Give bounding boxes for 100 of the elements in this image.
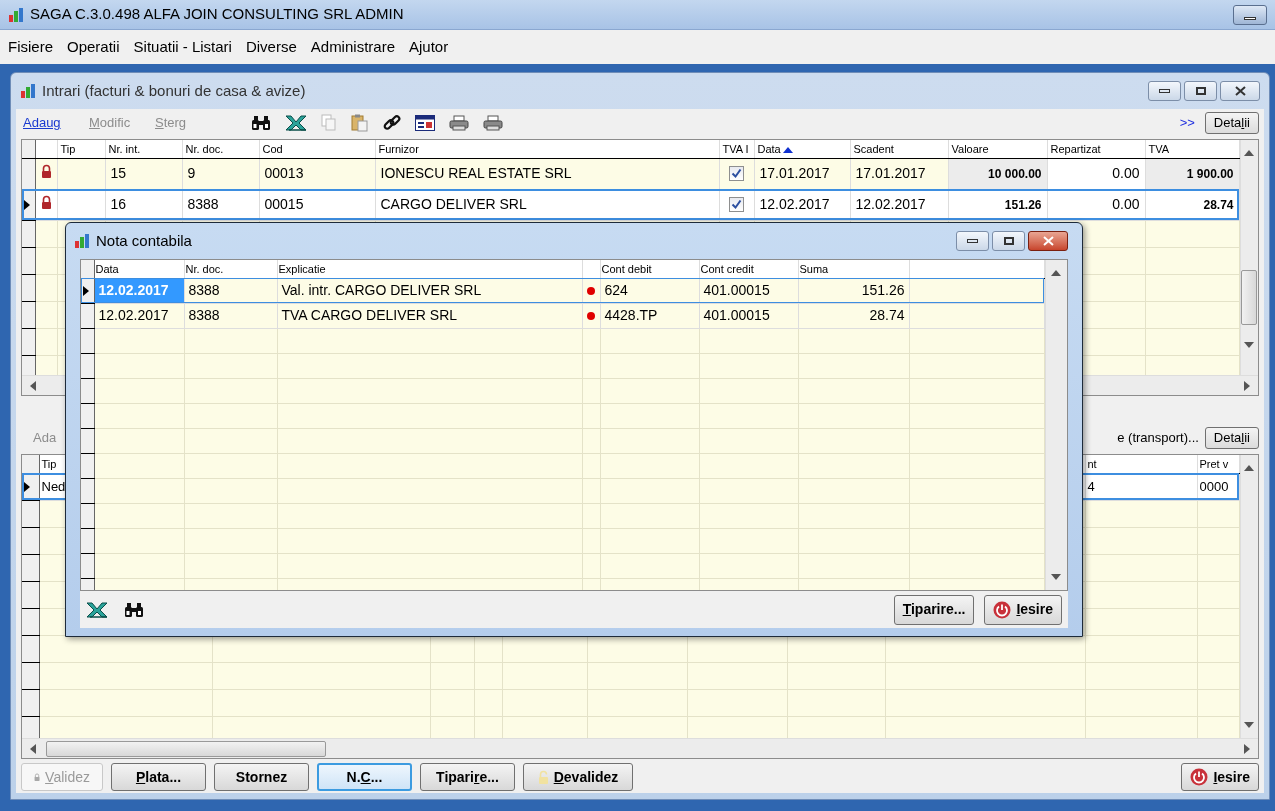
table-cell: 8388 bbox=[187, 196, 219, 212]
details-button[interactable]: Detalii bbox=[1204, 427, 1259, 449]
close-icon bbox=[1234, 86, 1246, 96]
button[interactable]: N.C... bbox=[317, 763, 412, 791]
column-header[interactable]: Scadent bbox=[853, 142, 894, 155]
maximize-button[interactable] bbox=[992, 231, 1025, 251]
column-header[interactable]: Data bbox=[95, 262, 119, 275]
scroll-up-icon bbox=[1244, 463, 1255, 473]
table-cell: 10 000.00 bbox=[988, 166, 1042, 181]
table-cell: 12.02.2017 bbox=[855, 196, 926, 212]
label: e (transport)... bbox=[1117, 429, 1199, 448]
bar-chart-icon bbox=[20, 83, 36, 99]
lock-icon bbox=[34, 770, 41, 784]
bar-chart-icon bbox=[8, 6, 24, 23]
column-header[interactable]: Pret v bbox=[1199, 457, 1229, 470]
column-header[interactable]: Tip bbox=[41, 457, 57, 470]
column-header[interactable]: Nr. doc. bbox=[185, 142, 224, 155]
column-header[interactable]: Cont credit bbox=[700, 262, 754, 275]
chain-link-icon bbox=[383, 114, 401, 132]
table-cell: 28.74 bbox=[869, 307, 905, 323]
table-cell: 4 bbox=[1087, 478, 1095, 494]
button[interactable]: Plata... bbox=[111, 763, 206, 791]
column-header[interactable]: Cont debit bbox=[601, 262, 652, 275]
column-header[interactable]: Valoare bbox=[951, 142, 989, 155]
spreadsheet-x-icon bbox=[86, 601, 108, 618]
column-header[interactable]: Furnizor bbox=[378, 142, 419, 155]
bar-chart-icon bbox=[74, 233, 90, 249]
table-cell: 151.26 bbox=[1004, 197, 1042, 212]
column-header[interactable]: Nr. int. bbox=[108, 142, 141, 155]
table-cell: 00015 bbox=[264, 196, 304, 212]
dialog-title: Nota contabila bbox=[96, 230, 192, 251]
column-header[interactable]: Explicatie bbox=[278, 262, 326, 275]
column-header[interactable]: Tip bbox=[60, 142, 76, 155]
table-icon bbox=[415, 115, 435, 131]
minimize-button[interactable] bbox=[1233, 4, 1267, 25]
scroll-down-icon bbox=[1244, 340, 1255, 350]
table-cell: 00013 bbox=[264, 165, 304, 181]
scroll-left-icon bbox=[28, 380, 38, 391]
table-cell: 9 bbox=[187, 165, 196, 181]
column-header[interactable]: Suma bbox=[799, 262, 829, 275]
table-cell: CARGO DELIVER SRL bbox=[380, 196, 527, 212]
menu-item[interactable]: Situatii - Listari bbox=[133, 35, 232, 59]
checkbox[interactable] bbox=[729, 166, 744, 181]
table-cell: 17.01.2017 bbox=[855, 165, 926, 181]
table-cell: 0.00 bbox=[1112, 165, 1140, 181]
menu-item[interactable]: Diverse bbox=[245, 35, 297, 59]
details-button[interactable]: Detalii bbox=[1204, 112, 1259, 134]
minimize-button[interactable] bbox=[956, 231, 989, 251]
table-cell: 12.02.2017 bbox=[98, 307, 169, 323]
table-cell: 401.00015 bbox=[703, 282, 770, 298]
menu-item[interactable]: Operatii bbox=[67, 35, 120, 59]
column-header[interactable]: Repartizat bbox=[1050, 142, 1101, 155]
table-cell: 17.01.2017 bbox=[759, 165, 830, 181]
column-header[interactable]: nt bbox=[1087, 457, 1097, 470]
maximize-button[interactable] bbox=[1184, 81, 1217, 101]
table-cell: 12.02.2017 bbox=[98, 282, 169, 298]
scroll-thumb[interactable] bbox=[46, 740, 326, 757]
print-button[interactable]: Tiparire... bbox=[893, 594, 975, 625]
column-header[interactable]: TVA I bbox=[722, 142, 749, 155]
table-cell: 401.00015 bbox=[703, 307, 770, 323]
table-cell: 8388 bbox=[188, 282, 220, 298]
table-cell: 0000 bbox=[1199, 478, 1229, 494]
table-cell: 624 bbox=[604, 282, 628, 298]
menu-item[interactable]: Fisiere bbox=[8, 35, 53, 59]
scroll-thumb[interactable] bbox=[1241, 270, 1258, 325]
button[interactable]: Stornez bbox=[214, 763, 309, 791]
column-header[interactable]: Data bbox=[757, 142, 781, 155]
copy-icon bbox=[321, 114, 337, 132]
column-header[interactable]: Cod bbox=[262, 142, 283, 155]
table-cell: 8388 bbox=[188, 307, 220, 323]
scroll-up-icon bbox=[1244, 148, 1255, 158]
scroll-right-icon bbox=[1242, 380, 1252, 391]
scroll-right-icon bbox=[1242, 743, 1252, 754]
exit-button[interactable]: Iesire bbox=[1181, 763, 1259, 791]
table-cell: IONESCU REAL ESTATE SRL bbox=[380, 165, 572, 181]
paste-icon bbox=[351, 114, 369, 132]
menu-item[interactable]: Ajutor bbox=[409, 35, 449, 59]
table-cell: 15 bbox=[110, 165, 127, 181]
checkbox[interactable] bbox=[729, 197, 744, 212]
exit-button[interactable]: Iesire bbox=[984, 594, 1062, 625]
table-cell: 1 900.00 bbox=[1186, 166, 1234, 181]
close-button[interactable] bbox=[1220, 81, 1260, 101]
horizontal-scrollbar[interactable] bbox=[22, 738, 1258, 758]
link[interactable]: Adaug bbox=[21, 113, 89, 133]
scroll-down-icon bbox=[1051, 572, 1062, 582]
open-lock-icon bbox=[537, 770, 549, 784]
window-title: Intrari (facturi & bonuri de casa & avize) bbox=[42, 80, 306, 101]
column-header[interactable]: TVA bbox=[1148, 142, 1170, 155]
button[interactable]: Tiparire... bbox=[420, 763, 515, 791]
power-icon bbox=[993, 600, 1012, 619]
vertical-scrollbar[interactable] bbox=[1044, 260, 1067, 590]
window-title: SAGA C.3.0.498 ALFA JOIN CONSULTING SRL ADMIN bbox=[30, 4, 404, 25]
table-cell: 4428.TP bbox=[604, 307, 658, 323]
menu-item[interactable]: Administrare bbox=[310, 35, 395, 59]
button[interactable]: Devalidez bbox=[523, 763, 633, 791]
more-link[interactable]: >> bbox=[1179, 113, 1195, 133]
minimize-button[interactable] bbox=[1148, 81, 1181, 101]
column-header[interactable]: Nr. doc. bbox=[185, 262, 224, 275]
scroll-left-icon bbox=[28, 743, 38, 754]
close-button[interactable] bbox=[1028, 231, 1068, 251]
